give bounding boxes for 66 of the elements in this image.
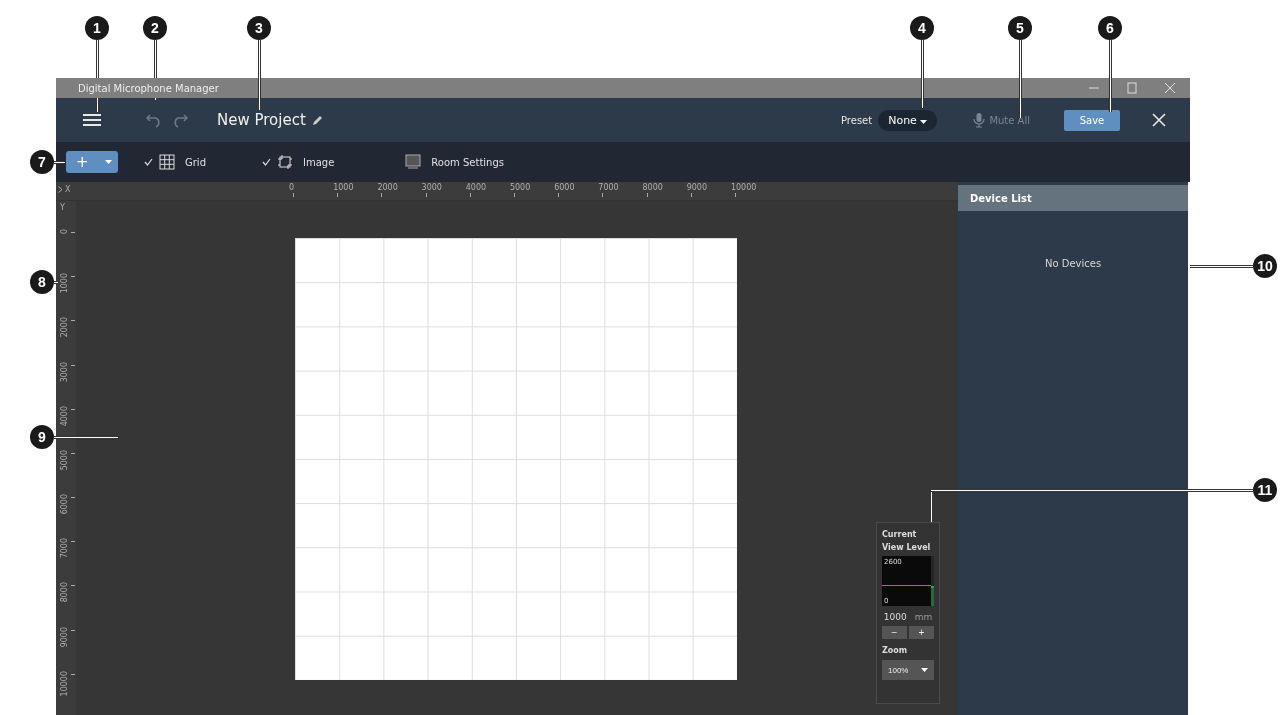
menu-icon[interactable] bbox=[83, 113, 101, 127]
ruler-label: 10000 bbox=[730, 183, 757, 193]
ruler-label: 5000 bbox=[60, 449, 69, 471]
decrease-button[interactable]: − bbox=[882, 626, 907, 639]
toggle-label[interactable]: Room Settings bbox=[431, 156, 504, 168]
preset-dropdown[interactable]: None bbox=[878, 109, 938, 131]
device-list-header: Device List bbox=[958, 185, 1188, 211]
ruler-label: 7000 bbox=[598, 183, 619, 193]
callout-number: 7 bbox=[30, 150, 54, 174]
toggle-label[interactable]: Grid bbox=[185, 156, 206, 168]
callout-number: 6 bbox=[1098, 16, 1122, 40]
ruler-label: 4000 bbox=[465, 183, 487, 193]
window-title: Digital Microphone Manager bbox=[78, 82, 220, 94]
callout-number: 8 bbox=[30, 270, 54, 294]
caret-icon bbox=[920, 119, 928, 124]
ruler-label: 4000 bbox=[60, 405, 69, 427]
empty-message: No Devices bbox=[1044, 258, 1102, 269]
project-name: New Project bbox=[217, 111, 306, 129]
callout-number: 1 bbox=[85, 16, 109, 40]
zoom-dropdown[interactable]: 100% bbox=[882, 660, 934, 680]
preset-label: Preset bbox=[841, 114, 873, 126]
ruler-label: 2000 bbox=[60, 317, 69, 338]
ruler-label: 10000 bbox=[60, 670, 69, 697]
callout-number: 2 bbox=[143, 16, 167, 40]
caret-icon bbox=[921, 668, 928, 672]
ruler-label: 9000 bbox=[686, 183, 708, 193]
increase-button[interactable]: + bbox=[909, 626, 934, 639]
close-icon[interactable] bbox=[1152, 113, 1166, 127]
ruler-label: 0 bbox=[60, 228, 69, 235]
ruler-label: 8000 bbox=[60, 582, 69, 603]
callout-number: 3 bbox=[247, 16, 271, 40]
ruler-label: 1000 bbox=[60, 273, 69, 294]
zoom-label: Zoom bbox=[882, 646, 909, 655]
ruler-label: 3000 bbox=[60, 361, 69, 382]
ruler-label: 6000 bbox=[554, 183, 575, 193]
x-axis-label: X bbox=[65, 185, 71, 194]
caret-icon bbox=[105, 160, 112, 164]
ruler-label: 3000 bbox=[421, 183, 442, 193]
level-line bbox=[882, 585, 931, 586]
ruler-label: 5000 bbox=[509, 183, 531, 193]
level-value: 1000 bbox=[883, 612, 907, 622]
pencil-icon[interactable] bbox=[311, 114, 324, 126]
ruler-label: 8000 bbox=[642, 183, 663, 193]
callout-number: 11 bbox=[1253, 478, 1277, 502]
callout-number: 4 bbox=[910, 16, 934, 40]
checkmark-icon[interactable] bbox=[144, 158, 153, 166]
y-axis-label: Y bbox=[59, 202, 66, 214]
view-level-title: Current View Level bbox=[882, 529, 932, 554]
toggle-label[interactable]: Image bbox=[303, 156, 335, 168]
checkmark-icon[interactable] bbox=[262, 158, 271, 166]
maximize-icon[interactable] bbox=[1126, 82, 1138, 94]
unit-label: mm bbox=[914, 612, 933, 622]
ruler-label: 1000 bbox=[333, 183, 354, 193]
ruler-label: 0 bbox=[289, 183, 295, 193]
image-frame-icon[interactable] bbox=[277, 154, 293, 170]
callout-number: 10 bbox=[1253, 254, 1277, 278]
callout-number: 5 bbox=[1008, 16, 1032, 40]
ruler-label: 9000 bbox=[60, 626, 69, 647]
ruler-label: 7000 bbox=[60, 538, 69, 559]
ruler-label: 6000 bbox=[60, 494, 69, 515]
monitor-icon[interactable] bbox=[405, 154, 422, 170]
ruler-label: 2000 bbox=[377, 183, 398, 193]
microphone-icon bbox=[973, 112, 986, 128]
grid-icon[interactable] bbox=[159, 154, 175, 170]
level-marker[interactable] bbox=[931, 586, 934, 606]
callout-number: 9 bbox=[30, 425, 54, 449]
